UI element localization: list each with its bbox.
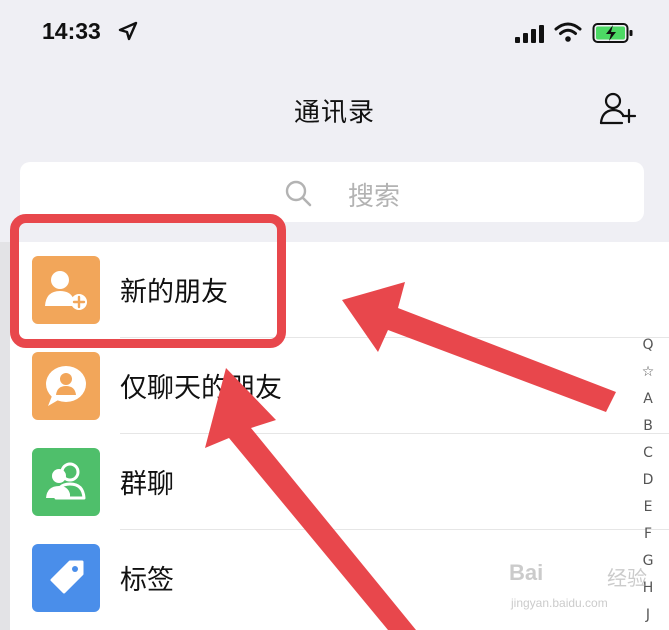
battery-charging-icon xyxy=(592,23,633,43)
watermark-url: jingyan.baidu.com xyxy=(511,596,608,610)
watermark: Bai 经验 jingyan.baidu.com xyxy=(507,560,657,620)
index-a[interactable]: A xyxy=(636,386,660,413)
search-placeholder: 搜索 xyxy=(348,182,401,212)
index-d[interactable]: D xyxy=(636,467,660,494)
group-chat-icon xyxy=(32,448,100,516)
search-input[interactable]: 搜索 xyxy=(20,162,644,222)
search-icon xyxy=(285,180,312,207)
location-arrow-icon xyxy=(118,21,138,41)
status-time: 14:33 xyxy=(42,18,101,44)
page-title: 通讯录 xyxy=(293,98,375,128)
index-b[interactable]: B xyxy=(636,413,660,440)
status-bar: 14:33 xyxy=(0,0,669,70)
index-c[interactable]: C xyxy=(636,440,660,467)
list-item-label: 标签 xyxy=(120,565,174,596)
chat-friend-icon xyxy=(32,352,100,420)
watermark-logo-suffix: 经验 xyxy=(607,566,647,590)
index-e[interactable]: E xyxy=(636,494,660,521)
list-item-group-chats[interactable]: 群聊 xyxy=(0,434,669,529)
index-f[interactable]: F xyxy=(636,521,660,548)
wifi-icon xyxy=(554,22,582,42)
cellular-signal-icon xyxy=(515,25,544,43)
index-search[interactable]: Q xyxy=(636,332,660,359)
add-contact-icon[interactable] xyxy=(598,90,638,126)
index-star[interactable]: ☆ xyxy=(636,359,660,386)
watermark-logo: Bai xyxy=(509,560,544,585)
list-item-label: 群聊 xyxy=(120,469,174,500)
tag-icon xyxy=(32,544,100,612)
highlight-annotation-box xyxy=(10,214,286,348)
list-item-chat-only-friends[interactable]: 仅聊天的朋友 xyxy=(0,338,669,433)
list-item-label: 仅聊天的朋友 xyxy=(120,373,282,404)
navigation-bar: 通讯录 xyxy=(0,70,669,150)
